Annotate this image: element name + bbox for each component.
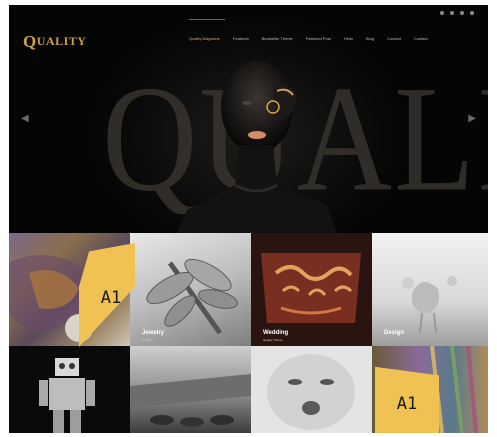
- site-logo[interactable]: QUALITY: [23, 32, 86, 52]
- nav-item-features[interactable]: Features: [233, 36, 249, 41]
- twitter-icon[interactable]: [450, 11, 454, 15]
- search-icon[interactable]: [470, 11, 474, 15]
- gallery-tile-baby-face[interactable]: [251, 346, 372, 433]
- nav-item-blog[interactable]: Blog: [366, 36, 374, 41]
- gallery-tile-jewelry[interactable]: Jewelry Quality: [130, 233, 251, 346]
- tile-subtitle: Quality: [142, 338, 152, 342]
- road-landscape-image: [130, 374, 251, 427]
- portrait-image: [177, 61, 337, 233]
- tile-subtitle: Quality Theme: [263, 338, 283, 342]
- nav-item-contact-2[interactable]: Contact: [414, 36, 428, 41]
- website-screenshot: QUALITY ◀ ▶: [9, 5, 488, 433]
- next-slide-arrow[interactable]: ▶: [468, 113, 476, 124]
- nav-item-contact[interactable]: Contact: [387, 36, 401, 41]
- nav-item-quality-magazine[interactable]: Quality Magazine: [189, 36, 220, 41]
- tile-title: Design: [384, 330, 405, 336]
- baby-face-image: [267, 354, 355, 430]
- nav-active-indicator: [189, 19, 225, 20]
- robot-toy-image: [39, 358, 95, 433]
- social-icons: [440, 11, 474, 15]
- nav-item-featured-post[interactable]: Featured Post: [306, 36, 331, 41]
- tile-title: Jewelry: [142, 330, 165, 336]
- tile-title: Wedding: [263, 330, 289, 336]
- gallery-tile-robot[interactable]: [9, 346, 130, 433]
- nav-item-hello[interactable]: Hello: [344, 36, 353, 41]
- prev-slide-arrow[interactable]: ◀: [21, 113, 29, 124]
- gallery-tile-design[interactable]: Design: [372, 233, 488, 346]
- a1-badge-text: A1: [396, 394, 418, 414]
- main-nav: Quality Magazine Features Bestseller The…: [189, 36, 441, 41]
- facebook-icon[interactable]: [440, 11, 444, 15]
- header: QUALITY Quality Magazine Features Bestse…: [9, 5, 488, 65]
- gallery-tile-wedding[interactable]: Wedding Quality Theme: [251, 233, 372, 346]
- nav-item-bestseller[interactable]: Bestseller Theme: [262, 36, 293, 41]
- instagram-icon[interactable]: [460, 11, 464, 15]
- gallery-tile-road[interactable]: [130, 346, 251, 433]
- logo-text: UALITY: [36, 34, 87, 48]
- logo-initial: Q: [23, 32, 37, 51]
